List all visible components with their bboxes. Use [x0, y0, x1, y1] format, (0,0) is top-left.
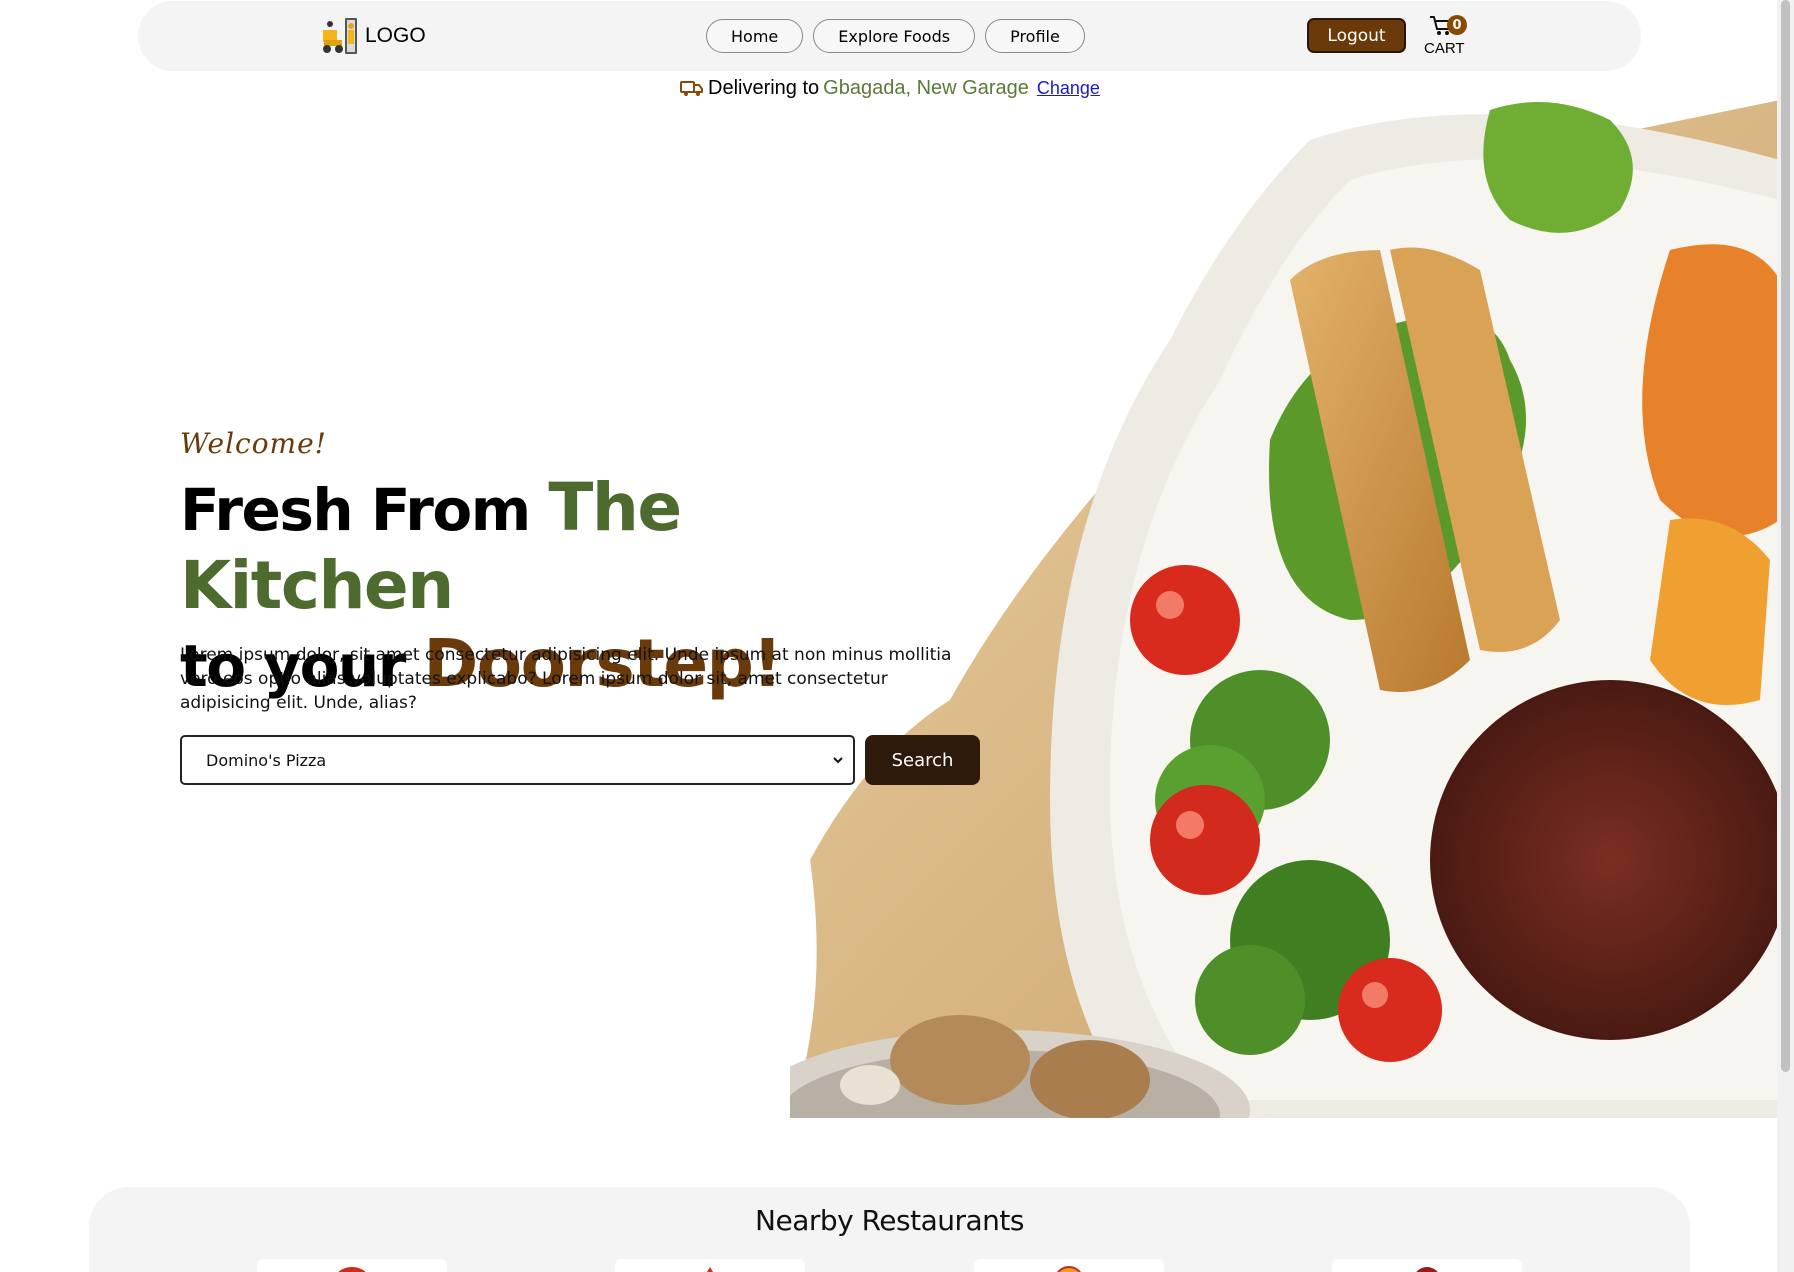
- logout-button[interactable]: Logout: [1307, 18, 1406, 53]
- delivery-location-bar: Delivering to Gbagada, New Garage Change: [680, 74, 1100, 102]
- restaurant-card[interactable]: [1332, 1259, 1522, 1272]
- nearby-restaurants-title: Nearby Restaurants: [755, 1204, 1024, 1237]
- logo-text: LOGO: [365, 24, 426, 47]
- cart-label: CART: [1424, 40, 1465, 57]
- top-navbar: LOGO Home Explore Foods Profile Logout 0…: [138, 1, 1641, 71]
- cart-count-badge: 0: [1447, 15, 1467, 35]
- delivery-location: Gbagada, New Garage: [823, 76, 1029, 99]
- nav-home-button[interactable]: Home: [706, 19, 804, 53]
- truck-icon: [680, 79, 704, 97]
- restaurant-select[interactable]: Domino's Pizza: [180, 735, 855, 785]
- nearby-restaurants-section: Nearby Restaurants: [89, 1187, 1690, 1272]
- hero-description: Lorem ipsum dolor, sit amet consectetur …: [180, 645, 952, 713]
- page-scrollbar-thumb[interactable]: [1781, 0, 1790, 1072]
- welcome-text: Welcome!: [180, 427, 327, 460]
- chevron-down-icon: [833, 757, 843, 764]
- logo[interactable]: LOGO: [321, 16, 426, 56]
- restaurant-logo-icon: [1057, 1266, 1081, 1272]
- restaurant-logo-icon: [707, 1267, 713, 1272]
- restaurant-logo-icon: [1416, 1267, 1438, 1272]
- search-button[interactable]: Search: [865, 735, 980, 785]
- delivery-scooter-logo-icon: [323, 18, 357, 54]
- nav-explore-foods-button[interactable]: Explore Foods: [813, 19, 976, 53]
- nav-profile-button[interactable]: Profile: [985, 19, 1085, 53]
- cart-button[interactable]: 0 CART: [1424, 13, 1474, 59]
- headline-part-1: Fresh From: [180, 476, 549, 544]
- restaurant-card[interactable]: [615, 1259, 805, 1272]
- restaurant-card[interactable]: [257, 1259, 447, 1272]
- restaurant-logo-icon: [338, 1267, 366, 1272]
- restaurant-card[interactable]: [974, 1259, 1164, 1272]
- change-location-link[interactable]: Change: [1037, 78, 1100, 99]
- delivering-to-label: Delivering to: [708, 76, 820, 99]
- restaurant-select-value: Domino's Pizza: [206, 750, 327, 770]
- main-nav: Home Explore Foods Profile: [706, 19, 1085, 53]
